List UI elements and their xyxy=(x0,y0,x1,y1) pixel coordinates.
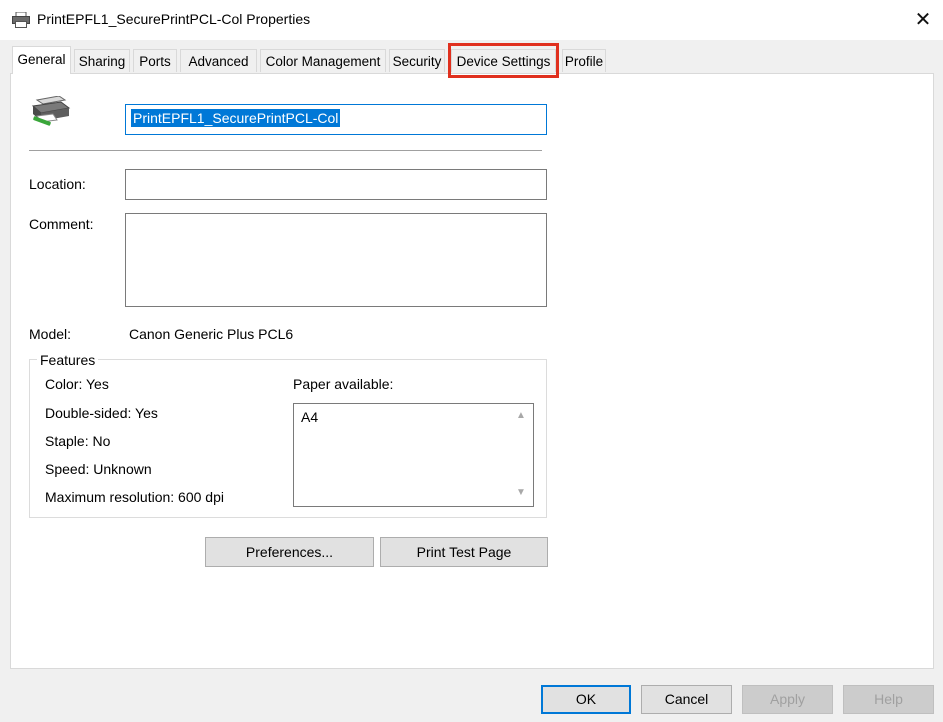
list-item[interactable]: A4 xyxy=(301,409,318,425)
feature-max-resolution: Maximum resolution: 600 dpi xyxy=(45,489,224,505)
cancel-button[interactable]: Cancel xyxy=(641,685,732,714)
tab-ports[interactable]: Ports xyxy=(133,49,177,72)
printer-icon xyxy=(12,12,30,28)
tab-advanced[interactable]: Advanced xyxy=(180,49,257,72)
tab-security[interactable]: Security xyxy=(389,49,445,72)
help-button[interactable]: Help xyxy=(843,685,934,714)
location-label: Location: xyxy=(29,176,86,192)
paper-listbox[interactable] xyxy=(293,403,534,507)
print-test-page-button[interactable]: Print Test Page xyxy=(380,537,548,567)
feature-color: Color: Yes xyxy=(45,376,109,392)
location-input[interactable] xyxy=(125,169,547,200)
printer-name-selected-text[interactable]: PrintEPFL1_SecurePrintPCL-Col xyxy=(131,109,341,127)
ok-button[interactable]: OK xyxy=(541,685,631,714)
close-icon[interactable]: ✕ xyxy=(908,6,938,34)
preferences-button[interactable]: Preferences... xyxy=(205,537,374,567)
divider xyxy=(29,150,542,151)
feature-staple: Staple: No xyxy=(45,433,111,449)
paper-available-label: Paper available: xyxy=(293,376,394,392)
scroll-down-icon[interactable]: ▼ xyxy=(514,486,528,500)
window-title: PrintEPFL1_SecurePrintPCL-Col Properties xyxy=(37,11,311,27)
comment-textarea[interactable] xyxy=(125,213,547,307)
tab-sharing[interactable]: Sharing xyxy=(74,49,130,72)
feature-double-sided: Double-sided: Yes xyxy=(45,405,158,421)
features-title: Features xyxy=(37,352,99,368)
printer-large-icon xyxy=(31,96,71,126)
feature-speed: Speed: Unknown xyxy=(45,461,152,477)
tab-general[interactable]: General xyxy=(12,46,71,74)
scroll-up-icon[interactable]: ▲ xyxy=(514,409,528,423)
tab-highlight-box xyxy=(448,43,559,78)
tab-profile[interactable]: Profile xyxy=(562,49,606,72)
apply-button[interactable]: Apply xyxy=(742,685,833,714)
model-value: Canon Generic Plus PCL6 xyxy=(129,326,294,342)
comment-label: Comment: xyxy=(29,216,94,232)
tab-color-management[interactable]: Color Management xyxy=(260,49,386,72)
model-label: Model: xyxy=(29,326,72,342)
